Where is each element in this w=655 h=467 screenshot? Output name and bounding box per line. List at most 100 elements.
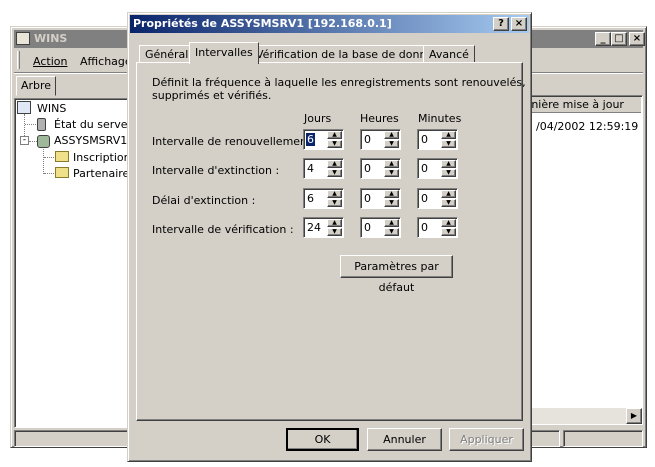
extinction-jours-value: 4 — [307, 162, 314, 175]
col-jours: Jours — [304, 112, 332, 125]
tree-line-children — [43, 149, 44, 174]
wins-title: WINS — [34, 32, 68, 45]
inscriptions-folder-icon — [55, 151, 69, 162]
spin-down-icon[interactable]: ▼ — [327, 199, 342, 207]
tree-tab[interactable]: Arbre — [16, 76, 56, 96]
spin-down-icon[interactable]: ▼ — [327, 228, 342, 236]
scroll-right-button[interactable]: ▶ — [626, 408, 642, 424]
spin-down-icon[interactable]: ▼ — [441, 228, 456, 236]
ok-button[interactable]: OK — [286, 428, 359, 451]
spin-down-icon[interactable]: ▼ — [384, 199, 399, 207]
defaults-button[interactable]: Paramètres par défaut — [340, 255, 453, 294]
verification-minutes-value: 0 — [421, 221, 428, 234]
spin-down-icon[interactable]: ▼ — [384, 228, 399, 236]
tab-panel-cover — [190, 62, 248, 64]
spin-down-icon[interactable]: ▼ — [327, 140, 342, 148]
spin-down-icon[interactable]: ▼ — [441, 169, 456, 177]
delai-jours-spinner[interactable]: 6 ▲ ▼ — [303, 188, 344, 209]
renouvellement-minutes-spinner[interactable]: 0 ▲ ▼ — [417, 129, 458, 150]
spin-down-icon[interactable]: ▼ — [441, 140, 456, 148]
row-delai-label: Délai d'extinction : — [152, 194, 256, 207]
list-hscrollbar[interactable] — [525, 408, 641, 424]
spin-down-icon[interactable]: ▼ — [384, 140, 399, 148]
delai-jours-value: 6 — [307, 192, 314, 205]
spin-up-icon[interactable]: ▲ — [384, 219, 399, 227]
tree-tab-label: Arbre — [21, 79, 52, 92]
renouvellement-jours-spinner[interactable]: 6 ▲ ▼ — [303, 129, 344, 150]
dialog-titlebar: Propriétés de ASSYSMSRV1 [192.168.0.1] — [130, 15, 529, 33]
delai-minutes-spinner[interactable]: 0 ▲ ▼ — [417, 188, 458, 209]
tab-intervalles[interactable]: Intervalles — [189, 42, 259, 64]
extinction-minutes-value: 0 — [421, 162, 428, 175]
dialog-title: Propriétés de ASSYSMSRV1 [192.168.0.1] — [133, 17, 392, 30]
delai-heures-spinner[interactable]: 0 ▲ ▼ — [360, 188, 401, 209]
tree-expander[interactable]: - — [20, 136, 29, 145]
renouvellement-minutes-value: 0 — [421, 133, 428, 146]
spin-up-icon[interactable]: ▲ — [441, 131, 456, 139]
spin-up-icon[interactable]: ▲ — [327, 190, 342, 198]
server-status-icon — [37, 118, 46, 131]
spin-up-icon[interactable]: ▲ — [441, 219, 456, 227]
row-extinction-label: Intervalle d'extinction : — [152, 164, 280, 177]
renouvellement-heures-value: 0 — [364, 133, 371, 146]
row-renouvellement-label: Intervalle de renouvellement : — [152, 135, 319, 148]
renouvellement-heures-spinner[interactable]: 0 ▲ ▼ — [360, 129, 401, 150]
col-minutes: Minutes — [418, 112, 462, 125]
tree-child-partenaires[interactable]: Partenaires — [73, 167, 135, 180]
tab-general[interactable]: Général — [139, 45, 195, 63]
verification-jours-value: 24 — [307, 221, 321, 234]
tree-h-server — [29, 141, 37, 142]
verification-jours-spinner[interactable]: 24 ▲ ▼ — [303, 217, 344, 238]
menu-affichage[interactable]: Affichage — [80, 55, 132, 68]
tree-panel — [14, 98, 132, 428]
wins-app-icon — [16, 32, 30, 45]
tree-root-label[interactable]: WINS — [37, 102, 66, 115]
list-header-label: rnière mise à jour — [527, 98, 624, 111]
status-left — [14, 430, 132, 447]
menu-grip — [17, 51, 20, 69]
spin-down-icon[interactable]: ▼ — [441, 199, 456, 207]
verification-minutes-spinner[interactable]: 0 ▲ ▼ — [417, 217, 458, 238]
col-heures: Heures — [360, 112, 399, 125]
cancel-button[interactable]: Annuler — [367, 428, 442, 451]
spin-down-icon[interactable]: ▼ — [384, 169, 399, 177]
status-right — [563, 430, 643, 447]
wins-minimize-button[interactable]: _ — [595, 32, 611, 46]
extinction-jours-spinner[interactable]: 4 ▲ ▼ — [303, 158, 344, 179]
spin-down-icon[interactable]: ▼ — [327, 169, 342, 177]
menu-action[interactable]: Action — [33, 55, 67, 68]
verification-heures-value: 0 — [364, 221, 371, 234]
extinction-heures-spinner[interactable]: 0 ▲ ▼ — [360, 158, 401, 179]
apply-button[interactable]: Appliquer — [449, 428, 524, 451]
verification-heures-spinner[interactable]: 0 ▲ ▼ — [360, 217, 401, 238]
list-cell-date: /04/2002 12:59:19 — [536, 120, 639, 133]
extinction-heures-value: 0 — [364, 162, 371, 175]
wins-close-button[interactable]: × — [629, 32, 645, 46]
spin-up-icon[interactable]: ▲ — [384, 131, 399, 139]
spin-up-icon[interactable]: ▲ — [327, 131, 342, 139]
description-line-1: Définit la fréquence à laquelle les enre… — [152, 76, 526, 89]
spin-up-icon[interactable]: ▲ — [327, 219, 342, 227]
delai-minutes-value: 0 — [421, 192, 428, 205]
spin-up-icon[interactable]: ▲ — [327, 160, 342, 168]
spin-up-icon[interactable]: ▲ — [384, 160, 399, 168]
tab-avance[interactable]: Avancé — [423, 45, 475, 63]
partenaires-folder-icon — [55, 167, 69, 178]
spin-up-icon[interactable]: ▲ — [441, 190, 456, 198]
dialog-help-button[interactable]: ? — [493, 17, 509, 31]
list-column-header[interactable]: rnière mise à jour — [525, 97, 641, 113]
spin-up-icon[interactable]: ▲ — [441, 160, 456, 168]
tab-verification[interactable]: Vérification de la base de données — [250, 45, 452, 63]
wins-maximize-button[interactable]: □ — [611, 32, 627, 46]
server-icon — [37, 135, 50, 148]
extinction-minutes-spinner[interactable]: 0 ▲ ▼ — [417, 158, 458, 179]
wins-root-icon — [17, 101, 31, 114]
tree-h-child1 — [44, 157, 54, 158]
dialog-close-button[interactable]: × — [511, 17, 527, 31]
delai-heures-value: 0 — [364, 192, 371, 205]
row-verification-label: Intervalle de vérification : — [152, 223, 294, 236]
renouvellement-jours-value: 6 — [306, 133, 315, 146]
tree-server-label[interactable]: ASSYSMSRV1 [ — [54, 134, 135, 147]
tree-h-status — [25, 124, 36, 125]
spin-up-icon[interactable]: ▲ — [384, 190, 399, 198]
